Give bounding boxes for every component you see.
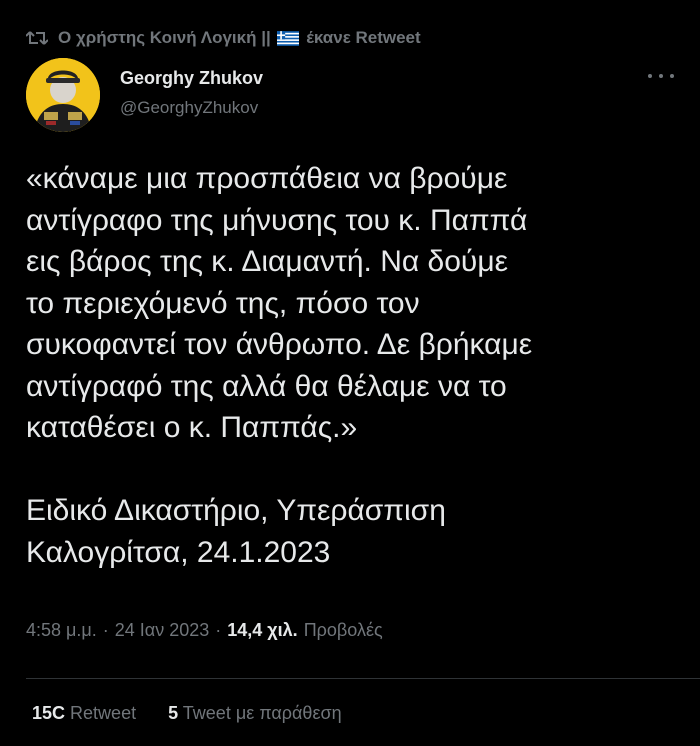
retweeter-link[interactable]: Ο χρήστης Κοινή Λογική || έκανε Retweet — [58, 28, 421, 48]
greek-flag-icon — [277, 31, 300, 46]
retweeter-name: Ο χρήστης Κοινή Λογική || — [58, 28, 271, 47]
retweet-context: Ο χρήστης Κοινή Λογική || έκανε Retweet — [26, 26, 421, 50]
quotes-label: Tweet με παράθεση — [182, 703, 342, 723]
tweet-meta: 4:58 μ.μ. · 24 Ιαν 2023 · 14,4 χιλ. Προβ… — [26, 620, 383, 641]
views-count: 14,4 χιλ. — [227, 620, 298, 640]
quotes-count: 5 — [168, 703, 179, 723]
tweet-text: «κάναμε μια προσπάθεια να βρούμε αντίγρα… — [26, 162, 533, 569]
tweet-time[interactable]: 4:58 μ.μ. — [26, 620, 97, 641]
retweets-stat[interactable]: 15C Retweet — [32, 703, 136, 724]
views-label: Προβολές — [303, 620, 383, 640]
retweet-action-label: έκανε Retweet — [306, 28, 421, 47]
author-handle[interactable]: @GeorghyZhukov — [120, 98, 258, 118]
quotes-stat[interactable]: 5 Tweet με παράθεση — [168, 703, 342, 724]
more-options-icon[interactable] — [648, 66, 674, 86]
tweet-header: Georghy Zhukov @GeorghyZhukov — [26, 58, 674, 134]
tweet-date[interactable]: 24 Ιαν 2023 — [115, 620, 209, 641]
meta-separator: · — [215, 620, 222, 640]
divider — [26, 678, 700, 679]
meta-separator: · — [102, 620, 109, 640]
avatar[interactable] — [26, 58, 100, 132]
tweet-stats: 15C Retweet 5 Tweet με παράθεση — [32, 703, 342, 724]
retweets-count: 15C — [32, 703, 66, 723]
retweets-label: Retweet — [70, 703, 137, 723]
author-name[interactable]: Georghy Zhukov — [120, 68, 263, 89]
retweet-icon — [26, 29, 48, 47]
